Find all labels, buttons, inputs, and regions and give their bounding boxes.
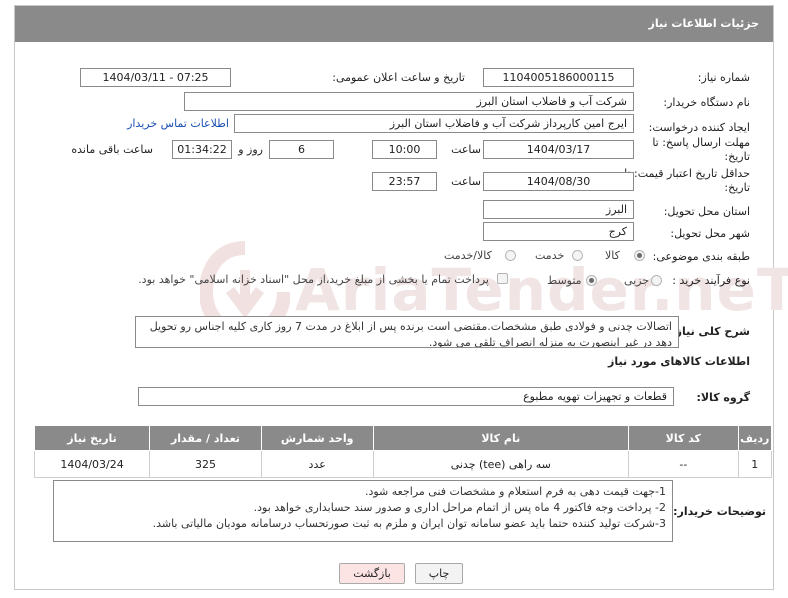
cell-code: -- <box>628 450 739 478</box>
table-row: 1 -- سه راهی (tee) چدنی عدد 325 1404/03/… <box>33 450 773 478</box>
category-radio-goods-service[interactable] <box>505 250 516 261</box>
buyer-note-line-3: 3-شرکت تولید کننده حتما باید عضو سامانه … <box>152 517 666 530</box>
process-option-minor: جزیی <box>624 274 650 287</box>
buyer-notes-textarea: 1-جهت قیمت دهی به فرم استعلام و مشخصات ف… <box>53 480 673 542</box>
buyer-contact-link[interactable]: اطلاعات تماس خریدار <box>127 117 229 130</box>
announce-field: 1404/03/11 - 07:25 <box>80 68 231 87</box>
buyer-note-line-2: 2- پرداخت وجه فاکتور 4 ماه پس از اتمام م… <box>253 501 666 514</box>
process-label: نوع فرآیند خرید : <box>672 274 750 287</box>
buyer-field: شرکت آب و فاضلاب استان البرز <box>184 92 634 111</box>
process-option-medium: متوسط <box>547 274 582 287</box>
goods-group-field: قطعات و تجهیزات تهویه مطبوع <box>138 387 674 406</box>
announce-label: تاریخ و ساعت اعلان عمومی: <box>332 71 465 84</box>
cell-name: سه راهی (tee) چدنی <box>372 450 630 478</box>
category-option-goods-service: کالا/خدمت <box>444 249 492 262</box>
print-button[interactable]: چاپ <box>415 563 463 584</box>
deadline-label: مهلت ارسال پاسخ: تا تاریخ: <box>652 136 750 163</box>
col-unit: واحد شمارش <box>260 425 374 451</box>
panel-title: جزئیات اطلاعات نیاز <box>648 17 760 30</box>
col-date: تاریخ نیاز <box>33 425 151 451</box>
remaining-time-field: 01:34:22 <box>172 140 232 159</box>
deadline-time-field: 10:00 <box>372 140 437 159</box>
treasury-payment-note: پرداخت تمام یا بخشی از مبلغ خرید،از محل … <box>138 273 489 286</box>
province-field: البرز <box>483 200 634 219</box>
goods-group-label: گروه کالا: <box>696 391 750 404</box>
deadline-date-field: 1404/03/17 <box>483 140 634 159</box>
watermark-text: AriaTender.neT <box>295 256 788 324</box>
description-label: شرح کلی نیاز: <box>671 325 750 338</box>
validity-time-field: 23:57 <box>372 172 437 191</box>
need-number-label: شماره نیاز: <box>697 71 750 84</box>
creator-label: ایجاد کننده درخواست: <box>648 121 750 134</box>
panel-header: جزئیات اطلاعات نیاز <box>15 6 773 42</box>
col-name: نام کالا <box>372 425 630 451</box>
validity-date-field: 1404/08/30 <box>483 172 634 191</box>
city-label: شهر محل تحویل: <box>670 227 750 240</box>
category-option-goods: کالا <box>605 249 620 262</box>
need-number-field: 1104005186000115 <box>483 68 634 87</box>
back-button[interactable]: بازگشت <box>339 563 405 584</box>
cell-unit: عدد <box>260 450 374 478</box>
cell-date: 1404/03/24 <box>33 450 151 478</box>
description-textarea: اتصالات چدنی و فولادی طبق مشخصات.مقتضی ا… <box>135 316 679 348</box>
creator-field: ایرج امین کارپرداز شرکت آب و فاضلاب استا… <box>234 114 634 133</box>
validity-label: حداقل تاریخ اعتبار قیمت: تا تاریخ: <box>624 167 750 194</box>
category-radio-goods[interactable] <box>634 250 645 261</box>
deadline-time-label: ساعت <box>451 143 481 156</box>
goods-table: ردیف کد کالا نام کالا واحد شمارش تعداد /… <box>33 425 773 478</box>
province-label: استان محل تحویل: <box>663 205 750 218</box>
goods-section-title: اطلاعات کالاهای مورد نیاز <box>608 355 750 368</box>
buyer-note-line-1: 1-جهت قیمت دهی به فرم استعلام و مشخصات ف… <box>364 485 666 498</box>
city-field: کرج <box>483 222 634 241</box>
cell-qty: 325 <box>149 450 262 478</box>
col-qty: تعداد / مقدار <box>149 425 262 451</box>
validity-time-label: ساعت <box>451 175 481 188</box>
buyer-label: نام دستگاه خریدار: <box>663 96 750 109</box>
remaining-label: ساعت باقی مانده <box>71 143 153 156</box>
category-option-service: خدمت <box>535 249 565 262</box>
col-row: ردیف <box>737 425 773 451</box>
goods-table-header: ردیف کد کالا نام کالا واحد شمارش تعداد /… <box>33 425 773 451</box>
process-radio-medium[interactable] <box>586 275 597 286</box>
category-label: طبقه بندی موضوعی: <box>652 250 750 263</box>
days-field: 6 <box>269 140 334 159</box>
process-radio-minor[interactable] <box>651 275 662 286</box>
days-label: روز و <box>238 143 263 156</box>
buyer-notes-label: توضیحات خریدار: <box>673 505 766 518</box>
treasury-payment-checkbox[interactable] <box>497 273 508 284</box>
col-code: کد کالا <box>628 425 739 451</box>
cell-row: 1 <box>737 450 773 478</box>
category-radio-service[interactable] <box>572 250 583 261</box>
